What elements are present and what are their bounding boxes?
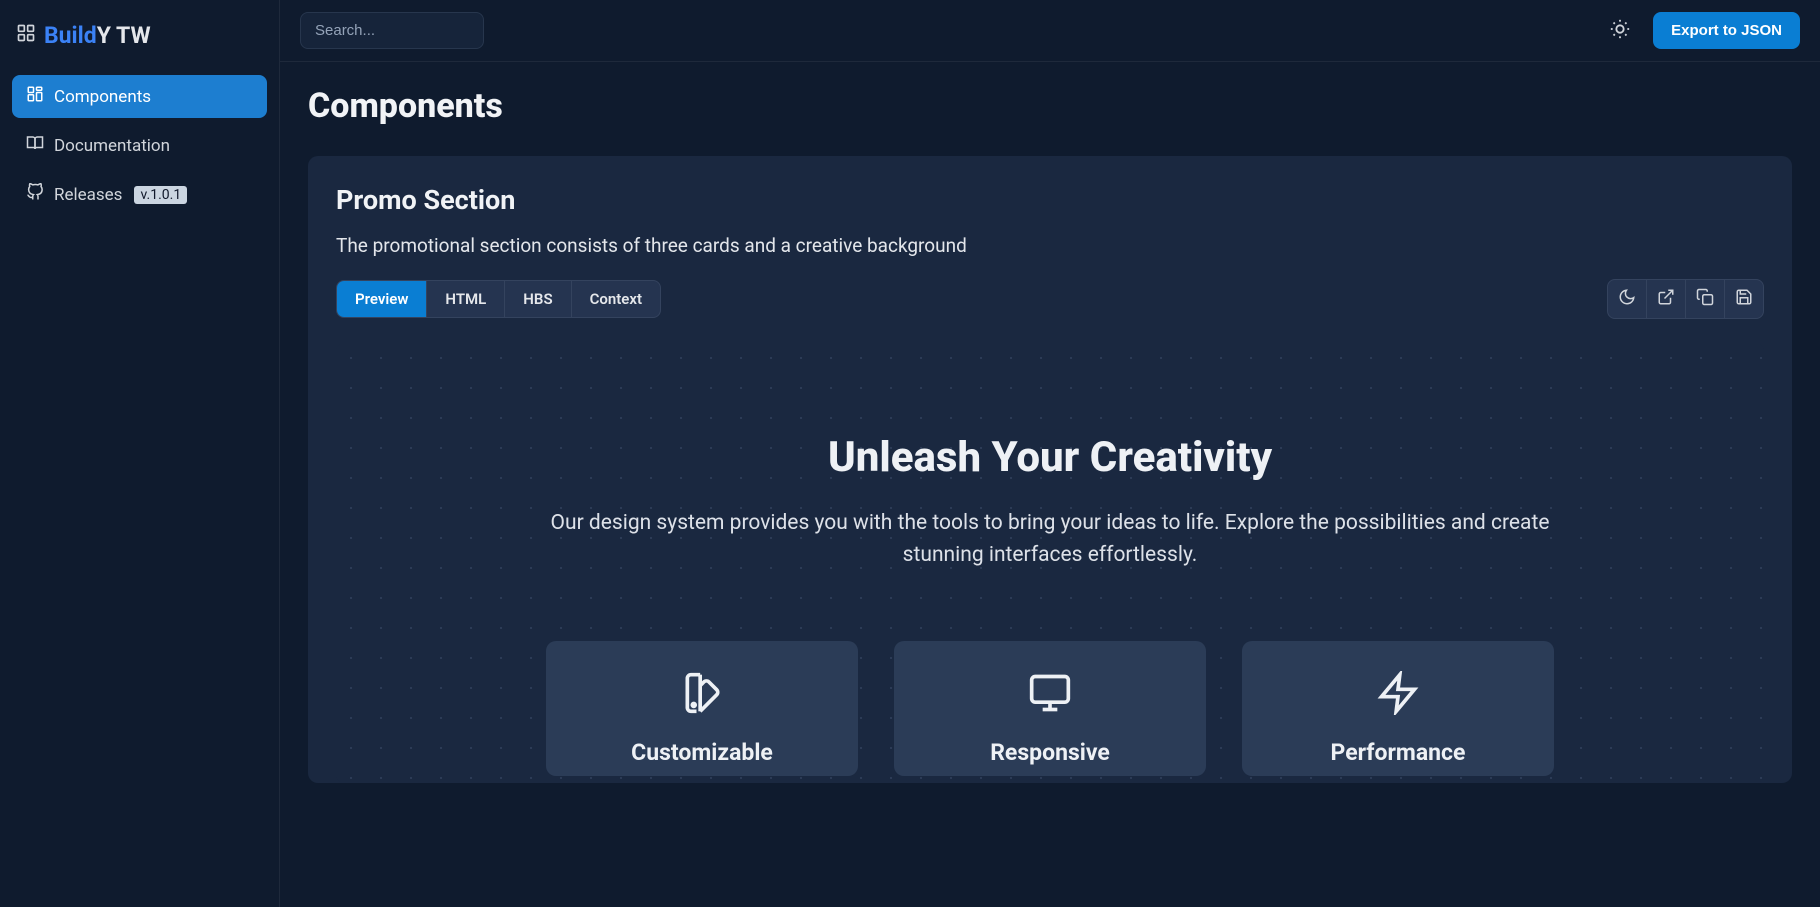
tab-context[interactable]: Context — [572, 281, 660, 317]
topbar: Export to JSON — [280, 0, 1820, 62]
dark-preview-button[interactable] — [1608, 280, 1647, 318]
hero-title: Unleash Your Creativity — [436, 433, 1664, 482]
tab-hbs[interactable]: HBS — [505, 281, 571, 317]
sidebar-item-label: Documentation — [54, 136, 170, 156]
tab-preview[interactable]: Preview — [337, 281, 427, 317]
search-input[interactable] — [300, 12, 484, 49]
dashboard-icon — [16, 22, 36, 49]
sidebar-item-label: Components — [54, 87, 151, 107]
promo-card-performance: Performance — [1242, 641, 1554, 776]
sidebar-item-documentation[interactable]: Documentation — [12, 124, 267, 167]
sidebar-item-label: Releases — [54, 185, 122, 205]
copy-button[interactable] — [1686, 280, 1725, 318]
brand-part1: Build — [44, 22, 97, 49]
component-preview: Unleash Your Creativity Our design syste… — [336, 343, 1764, 783]
components-icon — [26, 85, 44, 108]
promo-card-customizable: Customizable — [546, 641, 858, 776]
page-title: Components — [308, 86, 1792, 126]
hero-description: Our design system provides you with the … — [550, 508, 1550, 571]
version-badge: v.1.0.1 — [134, 186, 187, 204]
promo-card-title: Performance — [1331, 739, 1466, 766]
export-json-button[interactable]: Export to JSON — [1653, 12, 1800, 49]
swatch-icon — [680, 671, 724, 739]
promo-card-title: Responsive — [990, 739, 1110, 766]
moon-icon — [1618, 288, 1636, 310]
promo-card-title: Customizable — [631, 739, 773, 766]
sidebar-item-releases[interactable]: Releases v.1.0.1 — [12, 173, 267, 216]
external-link-icon — [1657, 288, 1675, 310]
book-icon — [26, 134, 44, 157]
component-title: Promo Section — [336, 184, 1764, 216]
sidebar-nav: Components Documentation Releases v.1.0.… — [12, 75, 267, 216]
promo-cards-grid: Customizable Responsive — [436, 641, 1664, 776]
promo-card-responsive: Responsive — [894, 641, 1206, 776]
open-external-button[interactable] — [1647, 280, 1686, 318]
component-card: Promo Section The promotional section co… — [308, 156, 1792, 783]
theme-toggle-button[interactable] — [1603, 12, 1637, 49]
sidebar: BuildY TW Components Documentation Relea… — [0, 0, 280, 907]
component-description: The promotional section consists of thre… — [336, 234, 1764, 257]
github-icon — [26, 183, 44, 206]
sidebar-item-components[interactable]: Components — [12, 75, 267, 118]
tab-html[interactable]: HTML — [427, 281, 505, 317]
save-icon — [1735, 288, 1753, 310]
monitor-icon — [1028, 671, 1072, 739]
brand-logo[interactable]: BuildY TW — [12, 18, 267, 67]
lightning-icon — [1376, 671, 1420, 739]
sun-icon — [1609, 18, 1631, 43]
copy-icon — [1696, 288, 1714, 310]
view-tabs: Preview HTML HBS Context — [336, 280, 661, 318]
brand-part2: Y TW — [97, 22, 151, 49]
component-actions — [1607, 279, 1764, 319]
save-button[interactable] — [1725, 280, 1763, 318]
